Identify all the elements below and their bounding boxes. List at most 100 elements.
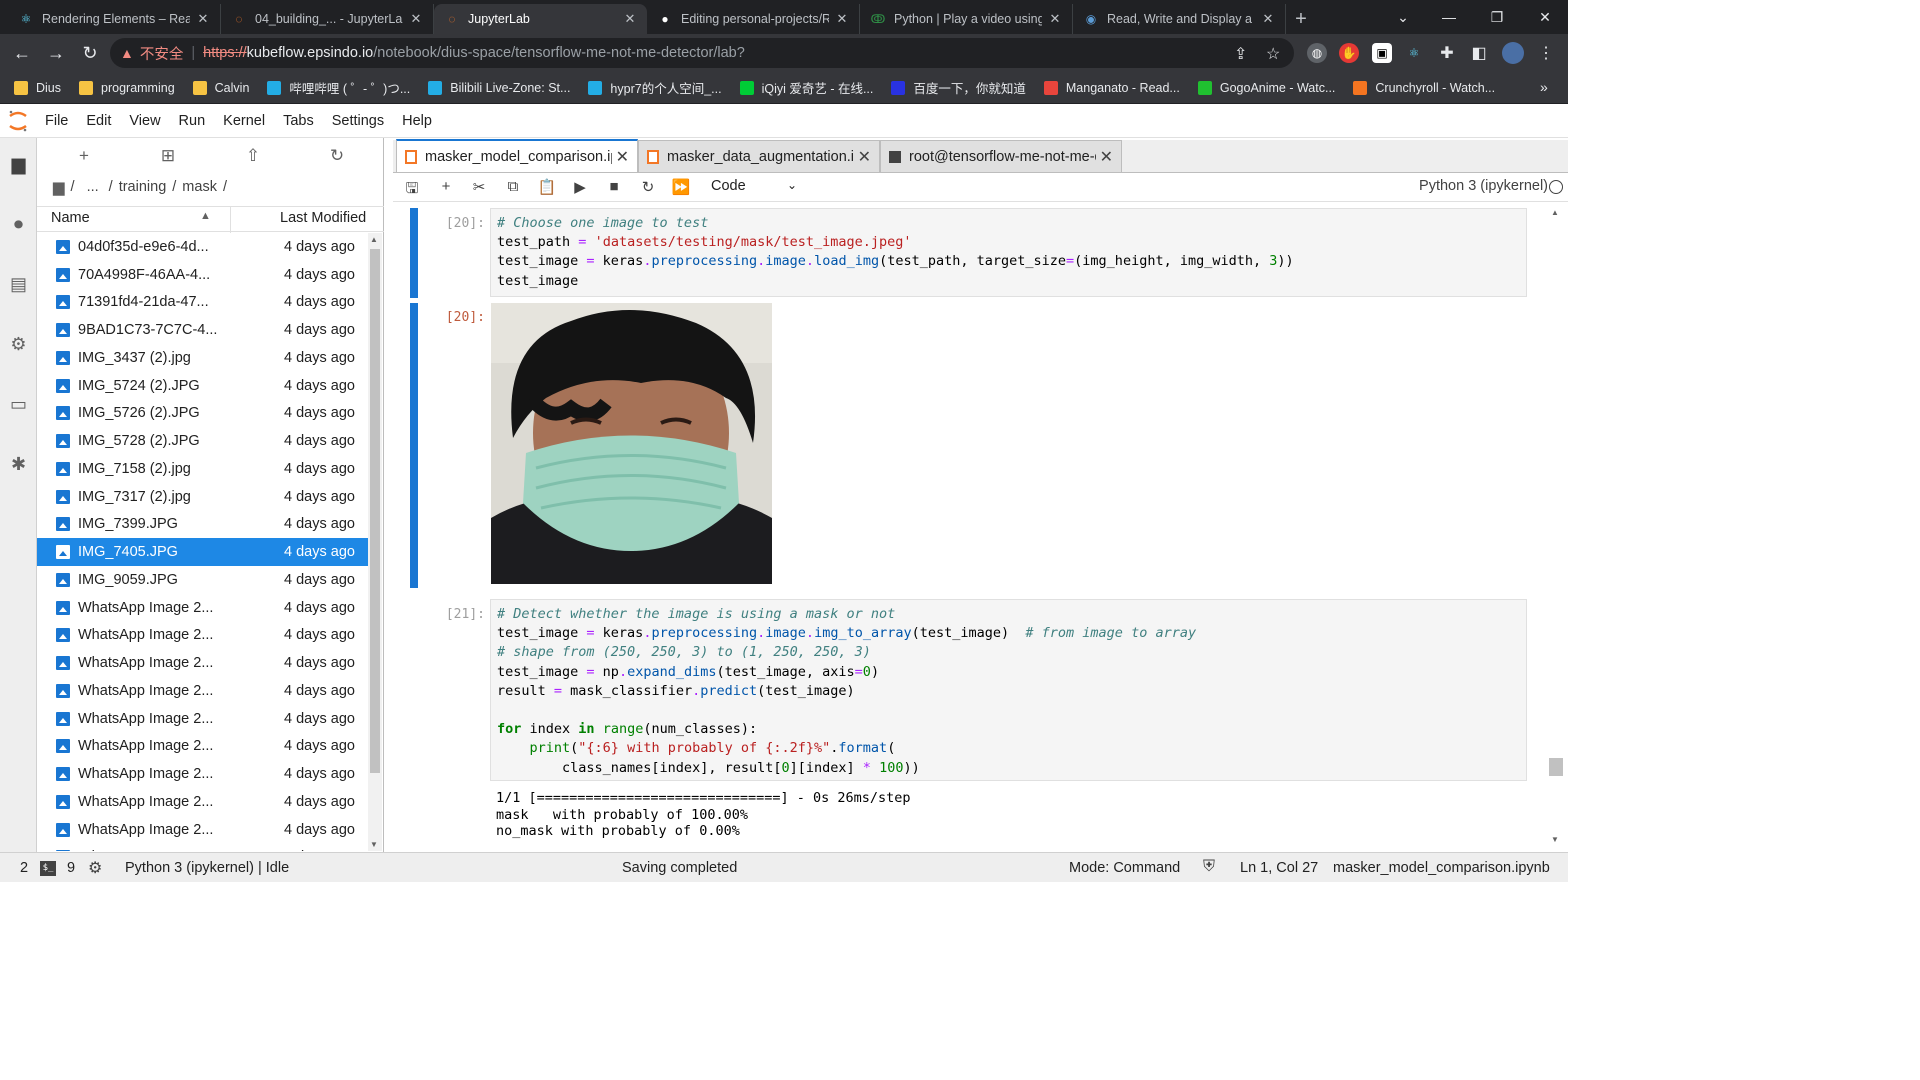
menu-tabs[interactable]: Tabs bbox=[274, 113, 323, 129]
new-folder-icon[interactable]: ⊞ bbox=[153, 146, 183, 166]
folder-crumb-icon[interactable]: ▆ bbox=[53, 178, 65, 196]
menu-edit[interactable]: Edit bbox=[77, 113, 120, 129]
extensions-icon[interactable]: ✱ bbox=[0, 444, 37, 484]
back-icon[interactable]: ← bbox=[6, 37, 38, 69]
file-row[interactable]: WhatsApp Image 2... 4 days ago bbox=[37, 760, 368, 788]
close-tab-icon[interactable]: ✕ bbox=[835, 11, 849, 27]
profile-avatar[interactable] bbox=[1502, 42, 1524, 64]
bookmark-item[interactable]: hypr7的个人空间_... bbox=[588, 78, 722, 97]
bookmark-item[interactable]: programming bbox=[79, 80, 175, 95]
bookmark-item[interactable]: Crunchyroll - Watch... bbox=[1353, 80, 1495, 95]
bookmark-item[interactable]: 哔哩哔哩 ( ゜- ゜)つ... bbox=[267, 78, 410, 97]
menu-run[interactable]: Run bbox=[170, 113, 215, 129]
save-icon[interactable]: 🖫 bbox=[401, 178, 423, 198]
scrollbar-thumb[interactable] bbox=[1549, 758, 1563, 776]
column-divider[interactable] bbox=[230, 207, 231, 233]
side-panel-icon[interactable]: ◧ bbox=[1469, 43, 1489, 63]
file-row[interactable]: IMG_7405.JPG 4 days ago bbox=[37, 538, 368, 566]
menu-settings[interactable]: Settings bbox=[323, 113, 393, 129]
notebook-scrollbar[interactable]: ▲ ▼ bbox=[1544, 202, 1568, 850]
extensions-puzzle-icon[interactable]: ✚ bbox=[1437, 43, 1457, 63]
bookmark-item[interactable]: Dius bbox=[14, 80, 61, 95]
breadcrumb-ellipsis[interactable]: ... bbox=[87, 179, 99, 195]
menu-help[interactable]: Help bbox=[393, 113, 441, 129]
menu-view[interactable]: View bbox=[120, 113, 169, 129]
close-tab-icon[interactable]: ✕ bbox=[1100, 147, 1113, 167]
file-row[interactable]: 70A4998F-46AA-4... 4 days ago bbox=[37, 261, 368, 289]
file-row[interactable]: 71391fd4-21da-47... 4 days ago bbox=[37, 289, 368, 317]
file-row[interactable]: WhatsApp Image 2... 4 days ago bbox=[37, 816, 368, 844]
kernel-status[interactable]: Python 3 (ipykernel) | Idle bbox=[125, 860, 289, 876]
bookmark-item[interactable]: Bilibili Live-Zone: St... bbox=[428, 80, 570, 95]
bookmark-item[interactable]: Manganato - Read... bbox=[1043, 80, 1180, 95]
run-icon[interactable]: ▶ bbox=[569, 178, 591, 198]
refresh-icon[interactable]: ↻ bbox=[322, 146, 352, 166]
address-bar[interactable]: ▲ 不安全 | https:// kubeflow.epsindo.io /no… bbox=[110, 38, 1294, 68]
menu-file[interactable]: File bbox=[36, 113, 77, 129]
close-tab-icon[interactable]: ✕ bbox=[409, 11, 423, 27]
document-tab[interactable]: masker_data_augmentation.ipynb✕ bbox=[638, 140, 880, 172]
trusted-shield-icon[interactable]: ⛨ bbox=[1203, 858, 1215, 876]
insert-cell-icon[interactable]: + bbox=[435, 178, 457, 198]
folder-icon[interactable]: ▆ bbox=[0, 144, 37, 184]
bookmark-item[interactable]: GogoAnime - Watc... bbox=[1197, 80, 1335, 95]
code-cell-input[interactable]: # Choose one image to test test_path = 'd… bbox=[490, 208, 1527, 297]
copy-icon[interactable]: ⧉ bbox=[502, 178, 524, 198]
file-row[interactable]: WhatsApp Image 2... 4 days ago bbox=[37, 788, 368, 816]
breadcrumb-mask[interactable]: mask bbox=[182, 179, 217, 195]
file-row[interactable]: WhatsApp Image 2... 4 days ago bbox=[37, 622, 368, 650]
new-tab-button[interactable]: + bbox=[1286, 4, 1316, 34]
bookmark-item[interactable]: iQiyi 爱奇艺 - 在线... bbox=[739, 78, 873, 97]
cursor-position[interactable]: Ln 1, Col 27 bbox=[1240, 860, 1318, 876]
file-row[interactable]: IMG_5726 (2).JPG 4 days ago bbox=[37, 400, 368, 428]
file-row[interactable]: 9BAD1C73-7C7C-4... 4 days ago bbox=[37, 316, 368, 344]
code-cell-input[interactable]: # Detect whether the image is using a ma… bbox=[490, 599, 1527, 781]
close-window-icon[interactable]: ✕ bbox=[1522, 0, 1568, 34]
file-row[interactable]: WhatsApp Image 2... 4 days ago bbox=[37, 677, 368, 705]
breadcrumb-root[interactable]: / bbox=[71, 179, 75, 195]
file-row[interactable]: IMG_5724 (2).JPG 4 days ago bbox=[37, 372, 368, 400]
menu-kernel[interactable]: Kernel bbox=[214, 113, 274, 129]
browser-tab[interactable]: ● Editing personal-projects/R ✕ bbox=[647, 4, 860, 34]
close-tab-icon[interactable]: ✕ bbox=[623, 11, 637, 27]
file-row[interactable]: WhatsApp Image 2... 4 days ago bbox=[37, 844, 368, 851]
upload-icon[interactable]: ⇧ bbox=[238, 146, 268, 166]
close-tab-icon[interactable]: ✕ bbox=[616, 147, 629, 167]
name-column-header[interactable]: Name bbox=[51, 210, 90, 226]
breadcrumb-training[interactable]: training bbox=[119, 179, 167, 195]
bookmark-item[interactable]: Calvin bbox=[192, 80, 249, 95]
reload-icon[interactable]: ↻ bbox=[74, 37, 106, 69]
file-row[interactable]: IMG_5728 (2).JPG 4 days ago bbox=[37, 427, 368, 455]
running-kernels-icon[interactable]: ⏺ bbox=[0, 204, 37, 244]
kernel-sessions-icon[interactable]: ⚙ bbox=[88, 858, 102, 878]
file-row[interactable]: WhatsApp Image 2... 4 days ago bbox=[37, 733, 368, 761]
scroll-up-icon[interactable]: ▲ bbox=[1551, 208, 1559, 217]
close-tab-icon[interactable]: ✕ bbox=[858, 147, 871, 167]
document-tab[interactable]: masker_model_comparison.ipynb✕ bbox=[396, 139, 638, 172]
scrollbar-thumb[interactable] bbox=[370, 249, 380, 773]
interrupt-icon[interactable]: ■ bbox=[603, 178, 625, 198]
browser-tab[interactable]: ↂ Python | Play a video using ✕ bbox=[860, 4, 1073, 34]
file-row[interactable]: IMG_7399.JPG 4 days ago bbox=[37, 511, 368, 539]
file-row[interactable]: WhatsApp Image 2... 4 days ago bbox=[37, 594, 368, 622]
restart-run-all-icon[interactable]: ⏩ bbox=[670, 178, 692, 198]
paste-icon[interactable]: 📋 bbox=[536, 178, 558, 198]
commands-icon[interactable]: ▤ bbox=[0, 264, 37, 304]
kernel-name[interactable]: Python 3 (ipykernel) bbox=[1419, 178, 1548, 194]
scroll-down-icon[interactable]: ▼ bbox=[370, 840, 378, 849]
file-row[interactable]: IMG_3437 (2).jpg 4 days ago bbox=[37, 344, 368, 372]
browser-tab[interactable]: ◉ Read, Write and Display a v ✕ bbox=[1073, 4, 1286, 34]
code-editor[interactable]: # Detect whether the image is using a ma… bbox=[491, 600, 1526, 783]
extension-badge-icon[interactable]: ▣ bbox=[1372, 43, 1392, 63]
cut-icon[interactable]: ✂ bbox=[468, 178, 490, 198]
close-tab-icon[interactable]: ✕ bbox=[196, 11, 210, 27]
tabs-icon[interactable]: ▭ bbox=[0, 384, 37, 424]
kernel-count[interactable]: 9 bbox=[67, 860, 75, 876]
scroll-down-icon[interactable]: ▼ bbox=[1551, 835, 1559, 844]
file-row[interactable]: WhatsApp Image 2... 4 days ago bbox=[37, 649, 368, 677]
file-row[interactable]: IMG_9059.JPG 4 days ago bbox=[37, 566, 368, 594]
sort-ascending-icon[interactable]: ▲ bbox=[200, 210, 211, 222]
globe-extension-icon[interactable]: ◍ bbox=[1307, 43, 1327, 63]
cell-type-select[interactable]: Code ⌄ bbox=[711, 178, 797, 194]
file-row[interactable]: IMG_7158 (2).jpg 4 days ago bbox=[37, 455, 368, 483]
